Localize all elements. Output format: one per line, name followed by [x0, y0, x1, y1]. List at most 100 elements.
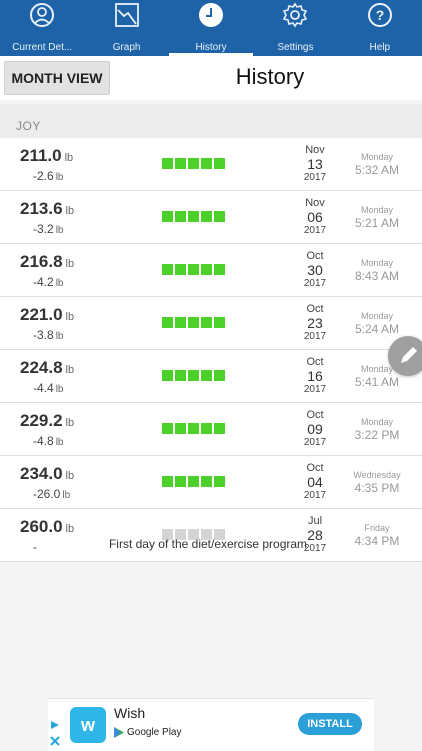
- weight-unit: lb: [55, 278, 64, 289]
- progress-blocks: [162, 158, 225, 169]
- tab-label: Settings: [277, 42, 314, 53]
- weight-unit: lb: [65, 523, 75, 535]
- progress-block: [162, 370, 173, 381]
- progress-block: [162, 476, 173, 487]
- weight-value: 211.0 lb: [20, 146, 74, 165]
- progress-block: [214, 317, 225, 328]
- google-play-badge: Google Play: [114, 727, 181, 738]
- progress-blocks: [162, 317, 225, 328]
- history-row[interactable]: 211.0 lb -2.6 lb Nov 13 2017 Monday 5:32 AM: [0, 138, 422, 191]
- progress-block: [162, 423, 173, 434]
- ad-choices-icon[interactable]: [48, 719, 62, 749]
- edit-button[interactable]: [388, 336, 422, 376]
- entry-date: Oct 09 2017: [303, 409, 327, 448]
- history-row[interactable]: 234.0 lb -26.0 lb Oct 04 2017 Wednesday 4:35 PM: [0, 456, 422, 509]
- weight-unit: lb: [55, 225, 64, 236]
- progress-block: [188, 317, 199, 328]
- progress-block: [175, 264, 186, 275]
- face-icon: [27, 0, 57, 30]
- progress-blocks: [162, 264, 225, 275]
- weight-value: 224.8 lb: [20, 358, 75, 377]
- history-row[interactable]: 216.8 lb -4.2 lb Oct 30 2017 Monday 8:43 AM: [0, 244, 422, 297]
- section-name: JOY: [16, 119, 41, 133]
- tab-graph[interactable]: Graph: [84, 0, 168, 56]
- progress-block: [201, 317, 212, 328]
- progress-block: [162, 317, 173, 328]
- progress-block: [201, 264, 212, 275]
- entry-date: Oct 30 2017: [303, 250, 327, 289]
- entry-date: Oct 04 2017: [303, 462, 327, 501]
- history-row[interactable]: 224.8 lb -4.4 lb Oct 16 2017 Monday 5:41 AM: [0, 350, 422, 403]
- entry-time: Monday 5:21 AM: [354, 205, 400, 230]
- top-tab-bar: Current Det... Graph History Settings ? …: [0, 0, 422, 56]
- month-view-button[interactable]: MONTH VIEW: [4, 61, 110, 95]
- weight-unit: lb: [55, 437, 64, 448]
- history-list: 211.0 lb -2.6 lb Nov 13 2017 Monday 5:32 AM 213.6…: [0, 138, 422, 562]
- entry-time: Monday 8:43 AM: [354, 258, 400, 283]
- tab-history[interactable]: History: [168, 0, 254, 56]
- history-row[interactable]: 229.2 lb -4.8 lb Oct 09 2017 Monday 3:22 PM: [0, 403, 422, 456]
- weight-value: 234.0 lb: [20, 464, 75, 483]
- history-row[interactable]: 213.6 lb -3.2 lb Nov 06 2017 Monday 5:21 AM: [0, 191, 422, 244]
- weight-unit: lb: [65, 311, 75, 323]
- entry-date: Nov 13 2017: [303, 144, 327, 183]
- weight-value: 216.8 lb: [20, 252, 75, 271]
- weight-change: -26.0 lb: [33, 487, 71, 501]
- weight-unit: lb: [62, 490, 71, 501]
- tab-label: Help: [369, 42, 391, 53]
- progress-block: [175, 211, 186, 222]
- progress-block: [188, 264, 199, 275]
- progress-block: [214, 423, 225, 434]
- progress-block: [175, 317, 186, 328]
- install-button[interactable]: INSTALL: [298, 713, 362, 735]
- entry-time: Wednesday 4:35 PM: [353, 470, 401, 495]
- weight-change: -: [33, 540, 37, 554]
- history-header: MONTH VIEW History: [0, 56, 422, 100]
- progress-block: [175, 158, 186, 169]
- progress-block: [214, 370, 225, 381]
- tab-label: History: [195, 42, 227, 53]
- progress-blocks: [162, 476, 225, 487]
- tab-settings[interactable]: Settings: [253, 0, 337, 56]
- tab-label: Current Det...: [12, 42, 73, 53]
- progress-blocks: [162, 211, 225, 222]
- weight-value: 229.2 lb: [20, 411, 75, 430]
- progress-block: [162, 264, 173, 275]
- progress-block: [175, 370, 186, 381]
- progress-block: [175, 423, 186, 434]
- entry-time: Monday 5:24 AM: [354, 311, 400, 336]
- weight-change: -4.4 lb: [33, 381, 64, 395]
- weight-unit: lb: [65, 364, 75, 376]
- progress-blocks: [162, 423, 225, 434]
- weight-change: -4.2 lb: [33, 275, 64, 289]
- weight-value: 213.6 lb: [20, 199, 75, 218]
- progress-block: [214, 158, 225, 169]
- progress-block: [201, 158, 212, 169]
- history-row[interactable]: 260.0 lb - First day of the diet/exercise p…: [0, 509, 422, 562]
- tab-current-details[interactable]: Current Det...: [0, 0, 84, 56]
- progress-block: [214, 211, 225, 222]
- graph-icon: [112, 0, 142, 30]
- google-play-icon: [114, 727, 124, 738]
- weight-value: 260.0 lb: [20, 517, 75, 536]
- progress-block: [188, 476, 199, 487]
- weight-unit: lb: [55, 172, 64, 183]
- weight-unit: lb: [65, 205, 75, 217]
- ad-banner[interactable]: w Wish Google Play INSTALL: [48, 698, 374, 751]
- progress-block: [214, 264, 225, 275]
- entry-time: Monday 5:32 AM: [354, 152, 400, 177]
- history-row[interactable]: 221.0 lb -3.8 lb Oct 23 2017 Monday 5:24 AM: [0, 297, 422, 350]
- weight-change: -4.8 lb: [33, 434, 64, 448]
- entry-date: Jul 28 2017: [303, 515, 327, 554]
- tab-label: Graph: [112, 42, 141, 53]
- progress-block: [201, 423, 212, 434]
- weight-change: -3.2 lb: [33, 222, 64, 236]
- weight-unit: lb: [65, 258, 75, 270]
- weight-change: -2.6 lb: [33, 169, 64, 183]
- gear-icon: [280, 0, 310, 30]
- entry-note: First day of the diet/exercise program: [108, 537, 308, 551]
- tab-help[interactable]: ? Help: [338, 0, 422, 56]
- help-icon: ?: [365, 0, 395, 30]
- section-header: JOY: [0, 104, 422, 138]
- entry-time: Friday 4:34 PM: [354, 523, 400, 548]
